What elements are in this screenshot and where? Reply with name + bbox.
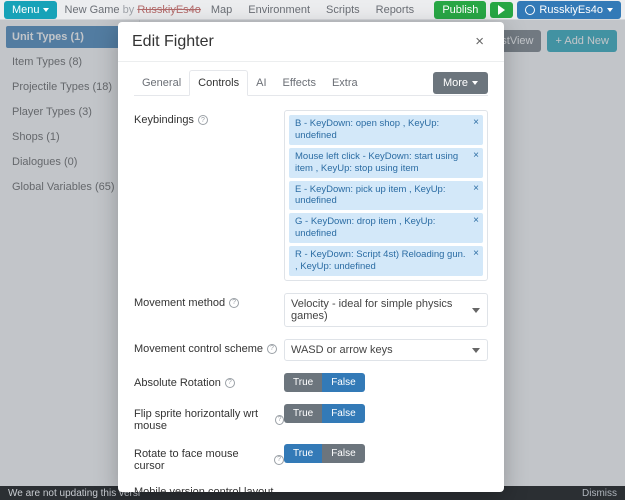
dismiss-link[interactable]: Dismiss <box>582 488 617 499</box>
movement-scheme-select[interactable]: WASD or arrow keys <box>284 339 488 361</box>
tab-extra[interactable]: Extra <box>324 71 366 95</box>
menu-button[interactable]: Menu <box>4 1 57 19</box>
nav-environment[interactable]: Environment <box>248 4 310 16</box>
nav-scripts[interactable]: Scripts <box>326 4 360 16</box>
toggle-true[interactable]: True <box>284 404 322 423</box>
play-button[interactable] <box>490 2 513 18</box>
tab-controls[interactable]: Controls <box>189 70 248 96</box>
menu-label: Menu <box>12 4 40 16</box>
tab-ai[interactable]: AI <box>248 71 274 95</box>
label-movement-method: Movement method ? <box>134 293 284 309</box>
help-icon[interactable]: ? <box>275 415 284 425</box>
document-title: New Game by RusskiyEs4o <box>65 4 201 16</box>
toggle-false[interactable]: False <box>322 373 364 392</box>
toggle-true[interactable]: True <box>284 373 322 392</box>
remove-tag-icon[interactable]: × <box>473 117 479 130</box>
top-nav: Map Environment Scripts Reports <box>211 4 414 16</box>
modal-header: Edit Fighter × <box>118 22 504 62</box>
modal-body: General Controls AI Effects Extra More K… <box>118 62 504 492</box>
tab-effects[interactable]: Effects <box>275 71 324 95</box>
user-icon <box>525 5 535 15</box>
remove-tag-icon[interactable]: × <box>473 248 479 261</box>
publish-button[interactable]: Publish <box>434 1 486 19</box>
keybindings-field[interactable]: B - KeyDown: open shop , KeyUp: undefine… <box>284 110 488 281</box>
keybind-tag[interactable]: B - KeyDown: open shop , KeyUp: undefine… <box>289 115 483 145</box>
label-absolute-rotation: Absolute Rotation ? <box>134 373 284 389</box>
toggle-false[interactable]: False <box>322 444 364 463</box>
help-icon[interactable]: ? <box>229 298 239 308</box>
keybind-tag[interactable]: R - KeyDown: Script 4st) Reloading gun. … <box>289 246 483 276</box>
help-icon[interactable]: ? <box>267 344 277 354</box>
keybind-tag[interactable]: G - KeyDown: drop item , KeyUp: undefine… <box>289 213 483 243</box>
toggle-false[interactable]: False <box>322 404 364 423</box>
user-menu[interactable]: RusskiyEs4o <box>517 1 621 19</box>
label-flip-sprite: Flip sprite horizontally wrt mouse ? <box>134 404 284 432</box>
nav-reports[interactable]: Reports <box>376 4 415 16</box>
modal-title: Edit Fighter <box>132 33 214 51</box>
modal-tabs: General Controls AI Effects Extra More <box>134 70 488 96</box>
modal-close-button[interactable]: × <box>469 32 490 51</box>
edit-fighter-modal: Edit Fighter × General Controls AI Effec… <box>118 22 504 492</box>
keybind-tag[interactable]: E - KeyDown: pick up item , KeyUp: undef… <box>289 181 483 211</box>
remove-tag-icon[interactable]: × <box>473 150 479 163</box>
remove-tag-icon[interactable]: × <box>473 183 479 196</box>
label-keybindings: Keybindings ? <box>134 110 284 126</box>
top-bar: Menu New Game by RusskiyEs4o Map Environ… <box>0 0 625 20</box>
help-icon[interactable]: ? <box>225 378 235 388</box>
rotate-cursor-toggle[interactable]: True False <box>284 444 365 463</box>
help-icon[interactable]: ? <box>274 455 284 465</box>
flip-sprite-toggle[interactable]: True False <box>284 404 365 423</box>
caret-down-icon <box>607 8 613 12</box>
toggle-true[interactable]: True <box>284 444 322 463</box>
movement-method-select[interactable]: Velocity - ideal for simple physics game… <box>284 293 488 327</box>
nav-map[interactable]: Map <box>211 4 232 16</box>
play-icon <box>498 5 505 15</box>
tab-general[interactable]: General <box>134 71 189 95</box>
more-button[interactable]: More <box>433 72 488 94</box>
label-movement-scheme: Movement control scheme ? <box>134 339 284 355</box>
absolute-rotation-toggle[interactable]: True False <box>284 373 365 392</box>
caret-down-icon <box>472 81 478 85</box>
keybind-tag[interactable]: Mouse left click - KeyDown: start using … <box>289 148 483 178</box>
remove-tag-icon[interactable]: × <box>473 215 479 228</box>
help-icon[interactable]: ? <box>198 115 208 125</box>
label-rotate-cursor: Rotate to face mouse cursor ? <box>134 444 284 472</box>
mobile-section-title: Mobile version control layout <box>134 486 488 492</box>
caret-down-icon <box>43 8 49 12</box>
